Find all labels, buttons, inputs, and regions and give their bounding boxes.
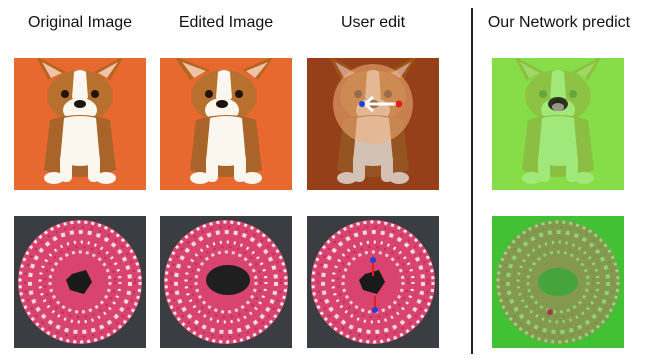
donut-original-image: [14, 216, 146, 348]
donut-edited-image: [160, 216, 292, 348]
handle-point-icon: [370, 257, 376, 263]
column-title-original: Original Image: [27, 14, 133, 31]
target-point-icon: [372, 307, 378, 313]
corgi-user-edit-image: [307, 58, 439, 190]
corgi-prediction-image: [492, 58, 624, 190]
target-point-icon: [359, 101, 365, 107]
column-title-edited: Edited Image: [178, 14, 274, 31]
donut-user-edit-image: [307, 216, 439, 348]
handle-point-icon: [395, 100, 403, 108]
corgi-original-image: [14, 58, 146, 190]
corgi-edited-image: [160, 58, 292, 190]
donut-prediction-image: [492, 216, 624, 348]
column-title-user-edit: User edit: [340, 14, 406, 31]
column-divider: [471, 8, 473, 354]
column-title-prediction: Our Network predict: [487, 14, 631, 31]
